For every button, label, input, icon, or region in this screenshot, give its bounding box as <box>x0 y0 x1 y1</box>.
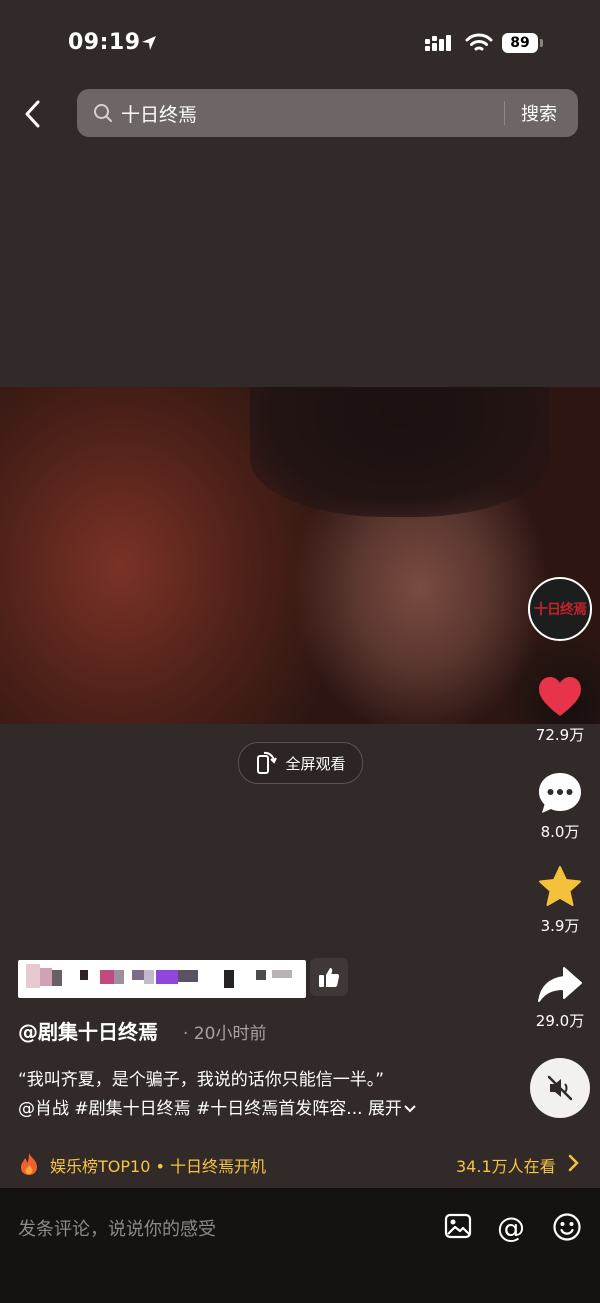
expand-label: 展开 <box>367 1099 402 1119</box>
chevron-right-icon <box>568 1154 580 1176</box>
hashtag-link[interactable]: #剧集十日终焉 <box>74 1099 190 1119</box>
creator-avatar[interactable]: 十日终焉 <box>528 577 592 641</box>
hashtag-link[interactable]: #十日终焉首发阵容... <box>196 1099 362 1119</box>
comment-button[interactable]: 8.0万 <box>525 771 595 842</box>
search-input[interactable]: 十日终焉 搜索 <box>77 89 578 137</box>
watching-count[interactable]: 34.1万人在看 <box>456 1153 556 1177</box>
at-mention-icon[interactable]: @ <box>497 1211 525 1244</box>
rotate-screen-icon <box>257 751 278 774</box>
expand-button[interactable]: 展开 <box>368 1099 416 1119</box>
star-icon <box>539 866 581 906</box>
video-figure-shadow <box>250 387 550 517</box>
like-button[interactable]: 72.9万 <box>525 676 595 745</box>
chevron-left-icon <box>25 100 40 128</box>
search-divider <box>504 101 505 125</box>
search-button[interactable]: 搜索 <box>521 100 557 126</box>
comment-input[interactable]: 发条评论，说说你的感受 <box>18 1215 216 1241</box>
video-player[interactable] <box>0 387 600 724</box>
ranking-row[interactable]: 娱乐榜TOP10 • 十日终焉开机 34.1万人在看 <box>0 1140 600 1186</box>
location-arrow-icon <box>140 34 158 56</box>
avatar-logo: 十日终焉 <box>534 602 587 618</box>
thumbs-up-icon <box>319 968 340 987</box>
favorite-button[interactable]: 3.9万 <box>525 865 595 936</box>
battery-indicator: 89 <box>502 33 538 53</box>
author-name[interactable]: @剧集十日终焉 <box>18 1016 158 1045</box>
censored-title-bar <box>18 960 306 998</box>
image-icon[interactable] <box>444 1212 472 1244</box>
chevron-down-icon <box>404 1105 416 1113</box>
search-icon <box>93 103 113 127</box>
comment-bar: 发条评论，说说你的感受 @ <box>0 1188 600 1303</box>
ranking-label[interactable]: 娱乐榜TOP10 • 十日终焉开机 <box>50 1153 266 1177</box>
favorite-count: 3.9万 <box>540 917 580 935</box>
fire-icon <box>18 1152 40 1180</box>
back-button[interactable] <box>14 92 50 136</box>
mention-link[interactable]: @肖战 <box>18 1099 69 1119</box>
share-button[interactable]: 29.0万 <box>525 966 595 1031</box>
emoji-icon[interactable] <box>552 1212 582 1246</box>
fullscreen-button[interactable]: 全屏观看 <box>238 742 363 784</box>
thumbs-up-button[interactable] <box>310 958 348 996</box>
share-arrow-icon <box>538 967 582 1002</box>
battery-tip <box>540 39 543 47</box>
status-time: 09:19 <box>68 30 141 55</box>
heart-icon <box>539 677 581 716</box>
share-count: 29.0万 <box>535 1012 585 1030</box>
search-query-text[interactable]: 十日终焉 <box>121 100 197 127</box>
comment-count: 8.0万 <box>540 823 580 841</box>
caption-tags: @肖战 #剧集十日终焉 #十日终焉首发阵容... 展开 <box>18 1094 416 1119</box>
like-count: 72.9万 <box>535 726 585 744</box>
cellular-signal-icon <box>425 35 457 57</box>
speaker-muted-icon <box>547 1075 573 1101</box>
fullscreen-label: 全屏观看 <box>285 754 346 773</box>
caption-quote: “我叫齐夏，是个骗子，我说的话你只能信一半。” <box>18 1070 385 1090</box>
comment-bubble-icon <box>539 773 581 813</box>
wifi-icon <box>465 32 493 58</box>
mute-button[interactable] <box>530 1058 590 1118</box>
post-time: · 20小时前 <box>183 1024 267 1044</box>
